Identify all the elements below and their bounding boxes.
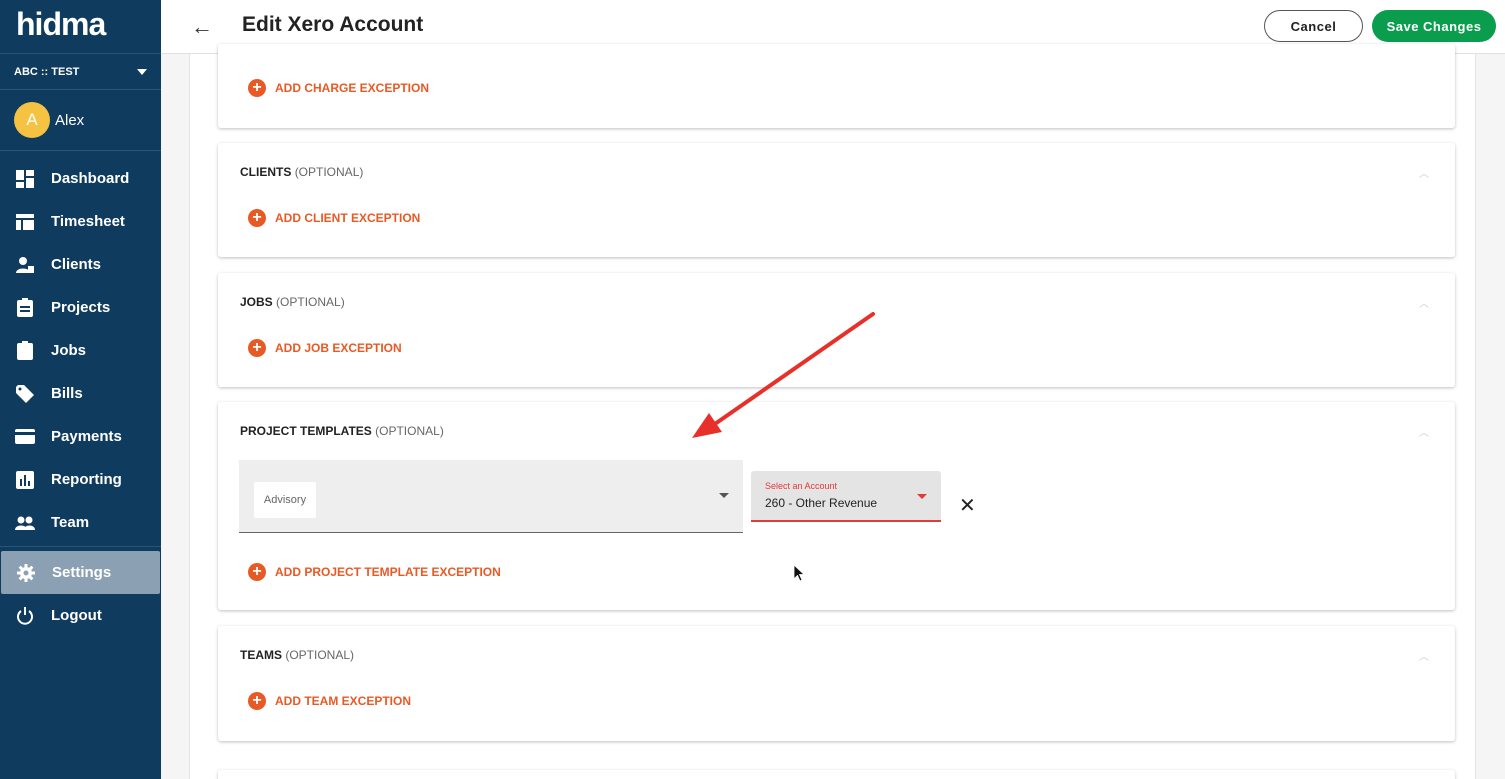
section-title: JOBS (OPTIONAL) [240, 295, 345, 309]
add-label: ADD CLIENT EXCEPTION [275, 211, 421, 225]
charges-section: + ADD CHARGE EXCEPTION [218, 44, 1455, 128]
add-circle-icon: + [248, 209, 266, 227]
page-title: Edit Xero Account [242, 13, 424, 36]
nav-divider [0, 546, 161, 547]
user-profile[interactable]: A Alex [0, 90, 161, 151]
chevron-up-icon[interactable]: ︿ [1419, 648, 1429, 663]
dashboard-icon [15, 169, 35, 189]
sidebar-item-reporting[interactable]: Reporting [0, 458, 161, 501]
clients-section: CLIENTS (OPTIONAL) ︿ + ADD CLIENT EXCEPT… [218, 143, 1455, 257]
dropdown-arrow-icon [917, 494, 927, 499]
chevron-up-icon[interactable]: ︿ [1419, 295, 1429, 310]
power-icon [15, 606, 35, 626]
sidebar-item-label: Dashboard [51, 170, 130, 187]
mouse-cursor-icon [794, 565, 806, 582]
account-select-label: Select an Account [765, 481, 838, 491]
add-circle-icon: + [248, 692, 266, 710]
sidebar-item-timesheet[interactable]: Timesheet [0, 200, 161, 243]
people-icon [15, 513, 35, 533]
chart-icon [15, 470, 35, 490]
sidebar-item-label: Team [51, 514, 90, 531]
clipboard-icon [15, 298, 35, 318]
sidebar-item-jobs[interactable]: Jobs [0, 329, 161, 372]
org-switcher[interactable]: ABC :: TEST [0, 54, 161, 90]
teams-section: TEAMS (OPTIONAL) ︿ + ADD TEAM EXCEPTION [218, 626, 1455, 741]
card-icon [15, 427, 35, 447]
sidebar-item-label: Projects [51, 299, 111, 316]
add-label: ADD JOB EXCEPTION [275, 341, 402, 355]
jobs-section: JOBS (OPTIONAL) ︿ + ADD JOB EXCEPTION [218, 273, 1455, 387]
add-team-exception-link[interactable]: + ADD TEAM EXCEPTION [248, 692, 411, 710]
chevron-up-icon[interactable]: ︿ [1419, 165, 1429, 180]
app-logo: hidma [0, 0, 161, 54]
job-icon [15, 341, 35, 361]
cancel-button[interactable]: Cancel [1264, 10, 1363, 42]
sidebar-item-label: Jobs [51, 342, 87, 359]
section-title: PROJECT TEMPLATES (OPTIONAL) [240, 424, 444, 438]
back-arrow-icon[interactable]: ← [191, 14, 213, 40]
project-template-select[interactable]: Advisory [239, 460, 743, 533]
account-select[interactable]: Select an Account 260 - Other Revenue [751, 471, 941, 522]
sidebar-item-settings[interactable]: Settings [1, 551, 160, 594]
user-name: Alex [55, 111, 85, 129]
gear-icon [16, 563, 36, 583]
add-client-exception-link[interactable]: + ADD CLIENT EXCEPTION [248, 209, 420, 227]
account-select-value: 260 - Other Revenue [765, 496, 878, 510]
sidebar-item-label: Bills [51, 385, 83, 402]
add-job-exception-link[interactable]: + ADD JOB EXCEPTION [248, 339, 402, 357]
chevron-up-icon[interactable]: ︿ [1419, 424, 1429, 439]
avatar: A [14, 102, 50, 138]
close-icon[interactable]: ✕ [959, 493, 976, 518]
sidebar-item-label: Logout [51, 607, 102, 624]
project-templates-section: PROJECT TEMPLATES (OPTIONAL) ︿ Advisory … [218, 402, 1455, 610]
section-title: CLIENTS (OPTIONAL) [240, 165, 364, 179]
section-title: TEAMS (OPTIONAL) [240, 648, 355, 662]
add-circle-icon: + [248, 79, 266, 97]
sidebar-item-label: Reporting [51, 471, 122, 488]
template-chip[interactable]: Advisory [254, 482, 316, 518]
sidebar-item-logout[interactable]: Logout [0, 594, 161, 637]
sidebar-item-payments[interactable]: Payments [0, 415, 161, 458]
sidebar-item-bills[interactable]: Bills [0, 372, 161, 415]
sidebar-item-team[interactable]: Team [0, 501, 161, 544]
add-charge-exception-link[interactable]: + ADD CHARGE EXCEPTION [248, 79, 429, 97]
add-project-template-exception-link[interactable]: + ADD PROJECT TEMPLATE EXCEPTION [248, 563, 501, 581]
tag-icon [15, 384, 35, 404]
clients-icon [15, 255, 35, 275]
save-changes-button[interactable]: Save Changes [1372, 10, 1496, 42]
add-circle-icon: + [248, 563, 266, 581]
add-label: ADD CHARGE EXCEPTION [275, 81, 430, 95]
add-label: ADD TEAM EXCEPTION [275, 694, 412, 708]
sidebar-item-label: Timesheet [51, 213, 125, 230]
sidebar-item-label: Clients [51, 256, 102, 273]
main-content: + ADD CHARGE EXCEPTION CLIENTS (OPTIONAL… [189, 44, 1476, 779]
sidebar: hidma ABC :: TEST A Alex Dashboard Times… [0, 0, 161, 779]
sidebar-nav: Dashboard Timesheet Clients Projects Job… [0, 151, 161, 637]
sidebar-item-dashboard[interactable]: Dashboard [0, 157, 161, 200]
sidebar-item-label: Payments [51, 428, 122, 445]
add-label: ADD PROJECT TEMPLATE EXCEPTION [275, 565, 501, 579]
sidebar-item-clients[interactable]: Clients [0, 243, 161, 286]
sidebar-item-label: Settings [52, 564, 112, 581]
org-name: ABC :: TEST [14, 65, 80, 78]
sidebar-item-projects[interactable]: Projects [0, 286, 161, 329]
table-icon [15, 212, 35, 232]
next-section [218, 770, 1455, 779]
add-circle-icon: + [248, 339, 266, 357]
caret-down-icon [137, 68, 147, 75]
dropdown-arrow-icon [719, 493, 729, 498]
